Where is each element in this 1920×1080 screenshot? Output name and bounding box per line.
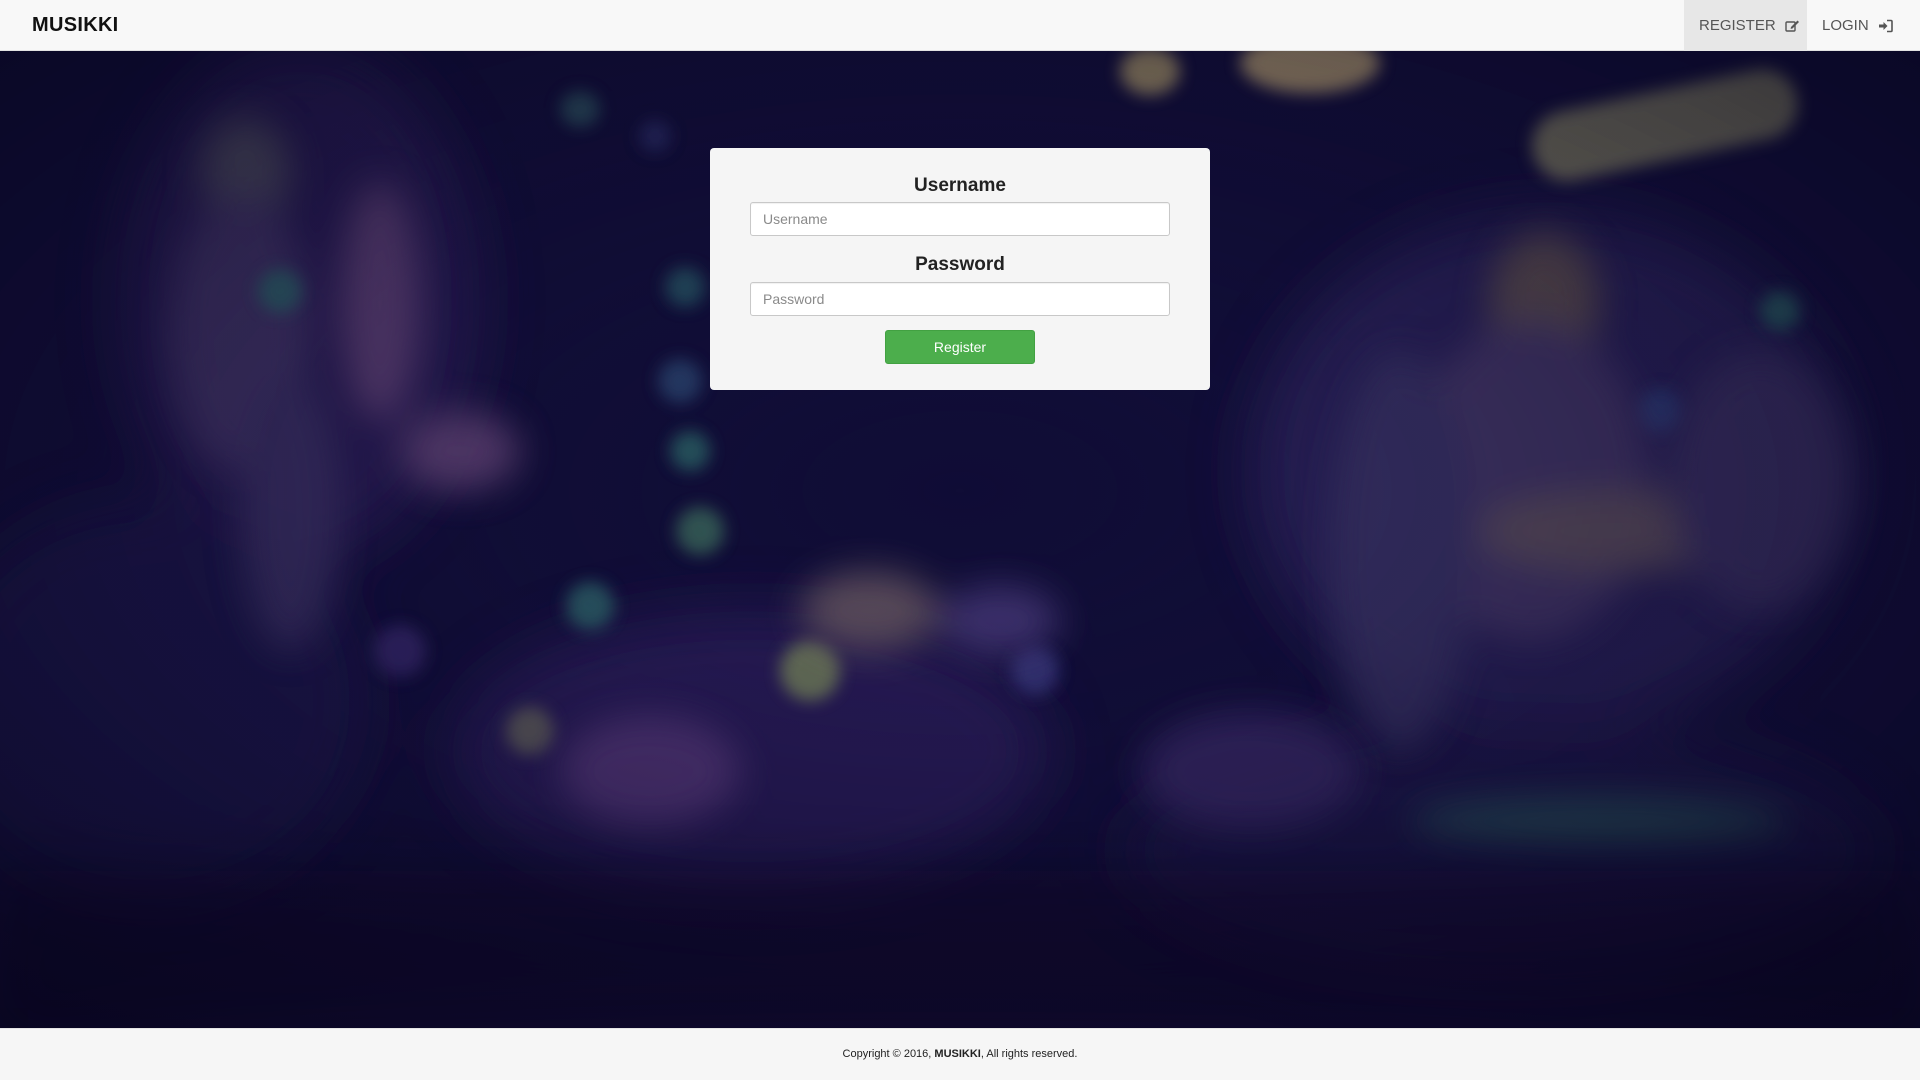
nav-register-link[interactable]: REGISTER <box>1684 0 1807 51</box>
password-label: Password <box>915 254 1005 275</box>
footer-copyright-prefix: Copyright © 2016, <box>842 1048 935 1060</box>
nav-login-link[interactable]: LOGIN <box>1807 0 1920 51</box>
footer-brand: MUSIKKI <box>934 1048 981 1060</box>
username-input[interactable] <box>750 202 1170 236</box>
sign-in-icon <box>1878 19 1893 33</box>
password-input[interactable] <box>750 282 1170 316</box>
register-form: Username Password Register <box>710 148 1210 390</box>
register-button[interactable]: Register <box>885 330 1035 364</box>
footer-copyright-suffix: , All rights reserved. <box>980 1048 1078 1060</box>
edit-icon <box>1784 19 1800 33</box>
username-label: Username <box>914 175 1006 196</box>
footer: Copyright © 2016, MUSIKKI, All rights re… <box>0 1028 1920 1080</box>
top-navbar: MUSIKKI REGISTER LOGIN <box>0 0 1920 51</box>
nav-register-label: REGISTER <box>1699 17 1776 34</box>
nav-login-label: LOGIN <box>1822 17 1869 34</box>
nav-menu: REGISTER LOGIN <box>1684 0 1920 51</box>
brand-logo[interactable]: MUSIKKI <box>32 0 119 51</box>
